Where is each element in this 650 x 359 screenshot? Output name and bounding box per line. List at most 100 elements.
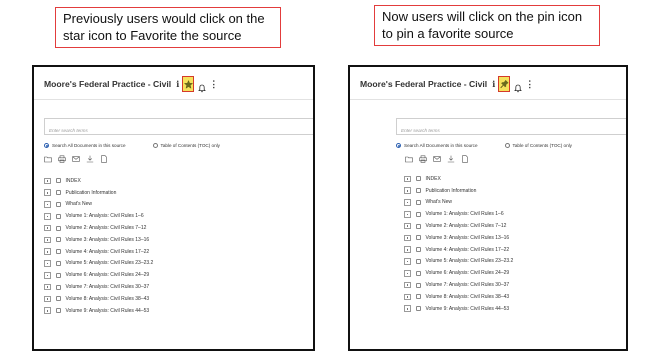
toc-row[interactable]: What's New: [404, 197, 513, 209]
toc-checkbox[interactable]: [415, 258, 421, 264]
pin-icon[interactable]: [498, 76, 511, 92]
toc-row[interactable]: Volume 5: Analysis: Civil Rules 23–23.2: [44, 258, 153, 270]
info-icon[interactable]: i: [492, 79, 495, 89]
print-icon[interactable]: [58, 155, 66, 163]
toc-row[interactable]: Volume 4: Analysis: Civil Rules 17–22: [44, 246, 153, 258]
toc-checkbox[interactable]: [55, 296, 61, 302]
toc-checkbox[interactable]: [415, 176, 421, 182]
toc-row[interactable]: Volume 6: Analysis: Civil Rules 24–29: [44, 269, 153, 281]
toc-checkbox[interactable]: [55, 213, 61, 219]
search-input[interactable]: [45, 123, 313, 138]
toc-label[interactable]: Volume 9: Analysis: Civil Rules 44–53: [66, 308, 150, 314]
toc-row[interactable]: Volume 2: Analysis: Civil Rules 7–12: [44, 222, 153, 234]
toc-checkbox[interactable]: [55, 190, 61, 196]
document-icon[interactable]: [461, 155, 469, 163]
toc-checkbox[interactable]: [415, 188, 421, 194]
toc-checkbox[interactable]: [55, 178, 61, 184]
expand-icon[interactable]: [404, 222, 411, 230]
toc-row[interactable]: Publication Information: [404, 185, 513, 197]
toc-label[interactable]: Volume 3: Analysis: Civil Rules 13–16: [66, 237, 150, 243]
toc-row[interactable]: INDEX: [44, 175, 153, 187]
radio-all-documents[interactable]: [396, 143, 401, 148]
expand-icon[interactable]: [44, 295, 51, 303]
toc-checkbox[interactable]: [415, 306, 421, 312]
expand-icon[interactable]: [404, 246, 411, 253]
toc-row[interactable]: Volume 2: Analysis: Civil Rules 7–12: [404, 220, 513, 232]
toc-label[interactable]: Publication Information: [426, 188, 477, 194]
expand-icon[interactable]: [44, 272, 51, 279]
toc-label[interactable]: Volume 5: Analysis: Civil Rules 23–23.2: [66, 260, 154, 266]
toc-checkbox[interactable]: [55, 201, 61, 207]
toc-row[interactable]: Volume 9: Analysis: Civil Rules 44–53: [44, 305, 153, 317]
toc-label[interactable]: Volume 7: Analysis: Civil Rules 30–37: [426, 282, 510, 288]
email-icon[interactable]: [72, 155, 80, 163]
toc-row[interactable]: Publication Information: [44, 187, 153, 199]
toc-checkbox[interactable]: [415, 247, 421, 253]
toc-label[interactable]: Volume 8: Analysis: Civil Rules 38–43: [66, 296, 150, 302]
toc-checkbox[interactable]: [415, 223, 421, 229]
toc-checkbox[interactable]: [415, 211, 421, 217]
expand-icon[interactable]: [404, 305, 411, 312]
toc-label[interactable]: Volume 4: Analysis: Civil Rules 17–22: [66, 249, 150, 255]
toc-label[interactable]: Volume 3: Analysis: Civil Rules 13–16: [426, 235, 510, 241]
folder-icon[interactable]: [44, 155, 52, 163]
toc-label[interactable]: What's New: [66, 201, 93, 207]
more-options-icon[interactable]: ⋮: [209, 79, 218, 89]
search-box[interactable]: [396, 118, 626, 138]
expand-icon[interactable]: [44, 260, 51, 267]
toc-checkbox[interactable]: [55, 260, 61, 266]
toc-label[interactable]: Volume 5: Analysis: Civil Rules 23–23.2: [426, 258, 514, 264]
toc-row[interactable]: Volume 8: Analysis: Civil Rules 38–43: [44, 293, 153, 305]
info-icon[interactable]: i: [176, 79, 179, 89]
toc-label[interactable]: Publication Information: [66, 190, 117, 196]
toc-checkbox[interactable]: [55, 308, 61, 314]
expand-icon[interactable]: [404, 187, 411, 194]
toc-label[interactable]: Volume 8: Analysis: Civil Rules 38–43: [426, 294, 510, 300]
star-icon[interactable]: [182, 76, 195, 92]
toc-row[interactable]: Volume 7: Analysis: Civil Rules 30–37: [44, 281, 153, 293]
expand-icon[interactable]: [404, 211, 411, 218]
toc-row[interactable]: Volume 8: Analysis: Civil Rules 38–43: [404, 291, 513, 303]
expand-icon[interactable]: [44, 177, 51, 185]
toc-checkbox[interactable]: [55, 249, 61, 255]
bell-icon[interactable]: [514, 80, 523, 92]
toc-label[interactable]: Volume 6: Analysis: Civil Rules 24–29: [426, 270, 510, 276]
expand-icon[interactable]: [404, 270, 411, 277]
more-options-icon[interactable]: ⋮: [525, 79, 534, 89]
toc-checkbox[interactable]: [415, 235, 421, 241]
download-icon[interactable]: [447, 155, 455, 163]
toc-checkbox[interactable]: [55, 225, 61, 231]
toc-row[interactable]: Volume 9: Analysis: Civil Rules 44–53: [404, 303, 513, 315]
toc-label[interactable]: Volume 2: Analysis: Civil Rules 7–12: [426, 223, 507, 229]
toc-checkbox[interactable]: [415, 294, 421, 300]
expand-icon[interactable]: [404, 199, 411, 206]
toc-checkbox[interactable]: [415, 270, 421, 276]
toc-row[interactable]: Volume 7: Analysis: Civil Rules 30–37: [404, 279, 513, 291]
toc-label[interactable]: Volume 4: Analysis: Civil Rules 17–22: [426, 247, 510, 253]
expand-icon[interactable]: [404, 234, 411, 242]
radio-toc-only[interactable]: [152, 143, 158, 148]
toc-checkbox[interactable]: [55, 284, 61, 290]
print-icon[interactable]: [419, 155, 427, 163]
toc-checkbox[interactable]: [55, 237, 61, 243]
search-input[interactable]: [397, 123, 626, 138]
toc-label[interactable]: Volume 2: Analysis: Civil Rules 7–12: [66, 225, 147, 231]
toc-label[interactable]: INDEX: [66, 178, 81, 184]
expand-icon[interactable]: [404, 175, 411, 183]
expand-icon[interactable]: [404, 281, 411, 289]
toc-row[interactable]: Volume 5: Analysis: Civil Rules 23–23.2: [404, 256, 513, 268]
folder-icon[interactable]: [405, 155, 413, 163]
expand-icon[interactable]: [44, 248, 51, 255]
toc-row[interactable]: Volume 1: Analysis: Civil Rules 1–6: [44, 210, 153, 222]
toc-label[interactable]: What's New: [426, 199, 453, 205]
download-icon[interactable]: [86, 155, 94, 163]
toc-label[interactable]: Volume 1: Analysis: Civil Rules 1–6: [426, 211, 504, 217]
toc-checkbox[interactable]: [415, 199, 421, 205]
toc-row[interactable]: INDEX: [404, 173, 513, 185]
expand-icon[interactable]: [44, 213, 51, 220]
toc-label[interactable]: Volume 6: Analysis: Civil Rules 24–29: [66, 272, 150, 278]
toc-row[interactable]: Volume 1: Analysis: Civil Rules 1–6: [404, 208, 513, 220]
email-icon[interactable]: [433, 155, 441, 163]
expand-icon[interactable]: [44, 189, 51, 196]
expand-icon[interactable]: [404, 293, 411, 301]
